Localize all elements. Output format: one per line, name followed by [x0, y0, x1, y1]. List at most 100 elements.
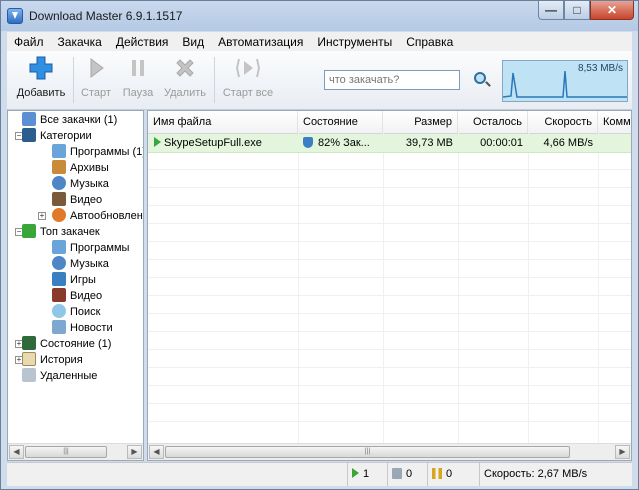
graph-speed-label: 8,53 MB/s — [577, 63, 623, 74]
trash-icon — [22, 368, 36, 383]
grid-column-line — [383, 133, 384, 445]
column-header-name[interactable]: Имя файла — [148, 111, 298, 133]
grid-line — [148, 331, 631, 332]
menu-download[interactable]: Закачка — [51, 35, 109, 49]
scroll-left-icon[interactable]: ◀ — [149, 445, 164, 459]
tree-item-state[interactable]: Состояние (1) — [22, 336, 111, 352]
video-icon — [52, 288, 66, 303]
table-row[interactable]: SkypeSetupFull.exe 82% Зак... 39,73 MB 0… — [148, 134, 631, 153]
column-header-state[interactable]: Состояние — [298, 111, 383, 133]
history-icon — [22, 352, 36, 367]
grid-line — [148, 169, 631, 170]
minimize-button[interactable]: — — [538, 1, 564, 20]
menu-file[interactable]: Файл — [7, 35, 51, 49]
menu-automation[interactable]: Автоматизация — [211, 35, 310, 49]
grid-line — [148, 385, 631, 386]
file-name: SkypeSetupFull.exe — [164, 137, 262, 149]
pause-icon — [432, 467, 442, 479]
music-icon — [52, 176, 66, 191]
tree-item-history[interactable]: История — [22, 352, 83, 368]
grid-line — [148, 367, 631, 368]
cell-state: 82% Зак... — [298, 134, 383, 152]
downloads-list-pane: Имя файла Состояние Размер Осталось Скор… — [147, 110, 632, 461]
column-header-speed[interactable]: Скорость — [528, 111, 598, 133]
menu-actions[interactable]: Действия — [109, 35, 176, 49]
status-bar: 1 0 0 Скорость: 2,67 MB/s — [7, 462, 632, 486]
column-header-comment[interactable]: Комм — [598, 111, 631, 133]
grid-line — [148, 403, 631, 404]
delete-button[interactable]: Удалить — [161, 55, 209, 99]
grid-line — [148, 259, 631, 260]
cell-size: 39,73 MB — [405, 137, 453, 149]
play-icon — [352, 468, 359, 479]
grid-column-line — [298, 133, 299, 445]
queued-count: 0 — [406, 468, 413, 480]
active-count: 1 — [363, 468, 370, 480]
scrollbar-thumb[interactable]: ||| — [25, 446, 107, 458]
pause-button[interactable]: Пауза — [119, 55, 157, 99]
status-paused: 0 — [427, 463, 480, 486]
tree-item-top-games[interactable]: Игры — [52, 272, 96, 288]
tree-item-autoupdate[interactable]: Автообновления — [52, 208, 143, 224]
grid-column-line — [528, 133, 529, 445]
speed-graph: 8,53 MB/s — [502, 60, 628, 102]
status-active: 1 — [347, 463, 388, 486]
pause-label: Пауза — [122, 87, 154, 99]
tree-item-deleted[interactable]: Удаленные — [22, 368, 97, 384]
list-horizontal-scrollbar[interactable]: ◀ ||| ▶ — [148, 443, 631, 460]
start-button[interactable]: Старт — [78, 55, 114, 99]
search-input[interactable] — [324, 70, 460, 90]
cell-filename: SkypeSetupFull.exe — [148, 134, 298, 152]
programs-icon — [52, 240, 66, 255]
tree-item-video[interactable]: Видео — [52, 192, 102, 208]
cell-remaining: 00:00:01 — [480, 137, 523, 149]
scroll-right-icon[interactable]: ▶ — [127, 445, 142, 459]
window-title: Download Master 6.9.1.1517 — [29, 9, 183, 23]
search-icon — [52, 304, 66, 319]
tree-item-top-video[interactable]: Видео — [52, 288, 102, 304]
download-state: 82% Зак... — [318, 137, 370, 149]
autoupdate-icon — [52, 208, 66, 223]
tree-item-top-music[interactable]: Музыка — [52, 256, 109, 272]
archive-icon — [52, 160, 66, 175]
tree-item-archives[interactable]: Архивы — [52, 160, 109, 176]
menu-help[interactable]: Справка — [399, 35, 460, 49]
tree-item-programs[interactable]: Программы (1) — [52, 144, 143, 160]
top-downloads-icon — [22, 224, 36, 239]
scroll-right-icon[interactable]: ▶ — [615, 445, 630, 459]
maximize-button[interactable]: □ — [564, 1, 590, 20]
column-header-size[interactable]: Размер — [383, 111, 458, 133]
delete-label: Удалить — [164, 87, 206, 99]
grid-line — [148, 205, 631, 206]
tree-item-top[interactable]: Топ закачек — [22, 224, 100, 240]
start-all-button[interactable]: Старт все — [219, 55, 277, 99]
grid-column-line — [598, 133, 599, 445]
tree-horizontal-scrollbar[interactable]: ◀ ||| ▶ — [8, 443, 143, 460]
paused-count: 0 — [446, 468, 453, 480]
close-button[interactable]: ✕ — [590, 1, 634, 20]
games-icon — [52, 272, 66, 287]
state-icon — [22, 336, 36, 351]
news-icon — [52, 320, 66, 335]
tree-item-top-search[interactable]: Поиск — [52, 304, 100, 320]
toolbar-separator — [73, 57, 74, 103]
cell-speed: 4,66 MB/s — [543, 137, 593, 149]
tree-item-categories[interactable]: Категории — [22, 128, 92, 144]
menu-tools[interactable]: Инструменты — [310, 35, 399, 49]
tree-item-top-programs[interactable]: Программы — [52, 240, 129, 256]
menu-view[interactable]: Вид — [175, 35, 211, 49]
scroll-left-icon[interactable]: ◀ — [9, 445, 24, 459]
tree-item-all[interactable]: Все закачки (1) — [22, 112, 117, 128]
tree-item-music[interactable]: Музыка — [52, 176, 109, 192]
scrollbar-thumb[interactable]: ||| — [165, 446, 570, 458]
tree-item-top-news[interactable]: Новости — [52, 320, 113, 336]
menu-bar: Файл Закачка Действия Вид Автоматизация … — [7, 32, 632, 51]
toolbar-separator — [214, 57, 215, 103]
add-button[interactable]: Добавить — [13, 55, 69, 99]
start-all-icon — [235, 55, 261, 81]
tree-expander[interactable]: + — [38, 212, 46, 220]
grid-line — [148, 313, 631, 314]
table-header: Имя файла Состояние Размер Осталось Скор… — [148, 111, 631, 134]
column-header-remaining[interactable]: Осталось — [458, 111, 528, 133]
search-icon[interactable] — [474, 72, 486, 84]
